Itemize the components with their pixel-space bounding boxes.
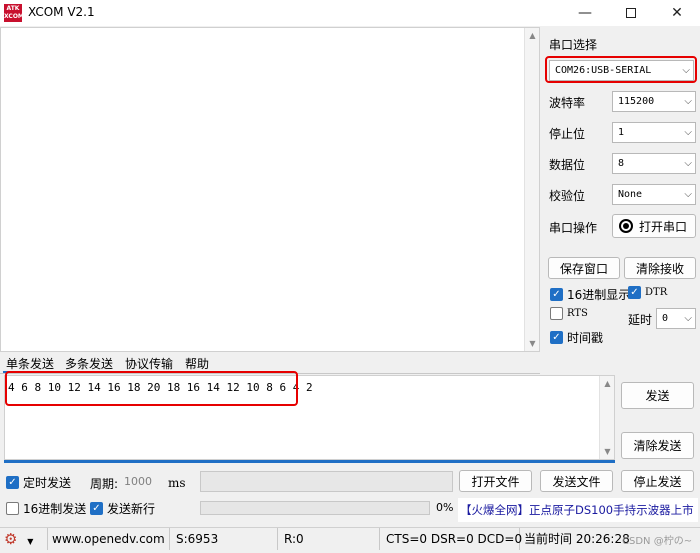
checkbox-empty-icon: [550, 307, 563, 320]
scroll-down-icon[interactable]: ▼: [600, 444, 615, 459]
scroll-up-icon[interactable]: ▲: [600, 376, 615, 391]
stop-bits-value: 1: [618, 127, 625, 138]
hex-send-checkbox[interactable]: 16进制发送: [6, 500, 86, 517]
scroll-down-icon[interactable]: ▼: [525, 336, 540, 351]
power-icon: [619, 219, 633, 233]
port-select[interactable]: COM26:USB-SERIAL ⌵: [549, 60, 694, 81]
chevron-down-icon: ⌵: [684, 313, 692, 324]
baud-value: 115200: [618, 96, 655, 107]
save-window-button[interactable]: 保存窗口: [548, 257, 620, 279]
timed-send-checkbox[interactable]: ✓ 定时发送: [6, 474, 71, 491]
send-highlight-box: [5, 371, 298, 406]
check-icon: ✓: [550, 331, 563, 344]
chevron-down-icon: ⌵: [684, 127, 692, 138]
port-op-label: 串口操作: [549, 221, 598, 235]
timestamp-label: 时间戳: [567, 331, 604, 345]
send-area-underline: [4, 460, 615, 463]
app-logo: ATK XCOM: [4, 4, 24, 22]
settings-button[interactable]: ⚙ ▼: [0, 528, 48, 550]
period-field[interactable]: [200, 471, 453, 492]
chevron-down-icon: ⌵: [684, 189, 692, 200]
ad-link[interactable]: 【火爆全网】正点原子DS100手持示波器上市: [458, 498, 698, 522]
receive-text-area[interactable]: ▲ ▼: [0, 27, 540, 352]
delay-select[interactable]: 0 ⌵: [656, 308, 696, 329]
data-bits-label: 数据位: [549, 158, 586, 172]
rts-label: RTS: [567, 308, 588, 319]
status-bar: ⚙ ▼ www.openedv.com S:6953 R:0 CTS=0 DSR…: [0, 527, 700, 550]
send-button[interactable]: 发送: [621, 382, 694, 409]
maximize-icon: [626, 8, 636, 18]
clear-receive-button[interactable]: 清除接收: [624, 257, 696, 279]
data-bits-select[interactable]: 8 ⌵: [612, 153, 696, 174]
stop-bits-select[interactable]: 1 ⌵: [612, 122, 696, 143]
send-newline-label: 发送新行: [107, 502, 156, 516]
delay-label: 延时: [628, 313, 653, 327]
stop-bits-label: 停止位: [549, 127, 586, 141]
minimize-button[interactable]: —: [562, 0, 608, 26]
watermark: CSDN @柠の~: [622, 536, 693, 547]
check-icon: ✓: [6, 476, 19, 489]
received-count: R:0: [280, 528, 380, 550]
title-bar: ATK XCOM XCOM V2.1 — ✕: [0, 0, 700, 26]
chevron-down-icon: ⌵: [682, 65, 690, 76]
port-value: COM26:USB-SERIAL: [555, 65, 652, 76]
sent-count: S:6953: [172, 528, 278, 550]
progress-percent: 0%: [436, 501, 454, 514]
maximize-button[interactable]: [608, 0, 654, 26]
baud-select[interactable]: 115200 ⌵: [612, 91, 696, 112]
send-newline-checkbox[interactable]: ✓ 发送新行: [90, 500, 155, 517]
dropdown-arrow-icon: ▼: [27, 537, 34, 546]
dtr-label: DTR: [645, 287, 668, 298]
parity-label: 校验位: [549, 189, 586, 203]
website-link[interactable]: www.openedv.com: [48, 528, 170, 550]
period-label: 周期:: [90, 477, 119, 491]
gear-icon: ⚙: [4, 530, 18, 548]
rts-checkbox[interactable]: RTS: [550, 307, 588, 320]
checkbox-empty-icon: [6, 502, 19, 515]
chevron-down-icon: ⌵: [684, 96, 692, 107]
check-icon: ✓: [628, 286, 641, 299]
period-input[interactable]: 1000: [122, 473, 160, 491]
receive-scrollbar[interactable]: ▲ ▼: [524, 28, 539, 351]
timestamp-checkbox[interactable]: ✓ 时间戳: [550, 329, 603, 346]
close-button[interactable]: ✕: [654, 0, 700, 26]
port-select-label: 串口选择: [549, 38, 598, 52]
hex-display-checkbox[interactable]: ✓ 16进制显示: [550, 286, 630, 303]
open-port-label: 打开串口: [639, 219, 688, 234]
hex-send-label: 16进制发送: [23, 502, 87, 516]
open-file-button[interactable]: 打开文件: [459, 470, 532, 492]
parity-value: None: [618, 189, 643, 200]
dtr-checkbox[interactable]: ✓ DTR: [628, 286, 667, 299]
send-file-button[interactable]: 发送文件: [540, 470, 613, 492]
stop-send-button[interactable]: 停止发送: [621, 470, 694, 492]
parity-select[interactable]: None ⌵: [612, 184, 696, 205]
check-icon: ✓: [90, 502, 103, 515]
chevron-down-icon: ⌵: [684, 158, 692, 169]
minimize-icon: —: [578, 5, 592, 21]
hex-display-label: 16进制显示: [567, 288, 631, 302]
check-icon: ✓: [550, 288, 563, 301]
baud-label: 波特率: [549, 96, 586, 110]
send-progress-bar: [200, 501, 430, 515]
data-bits-value: 8: [618, 158, 625, 169]
delay-value: 0: [662, 313, 669, 324]
close-icon: ✕: [671, 5, 683, 21]
scroll-up-icon[interactable]: ▲: [525, 28, 540, 43]
period-unit: ms: [168, 476, 186, 490]
clear-send-button[interactable]: 清除发送: [621, 432, 694, 459]
window-title: XCOM V2.1: [28, 5, 95, 19]
timed-send-label: 定时发送: [23, 476, 72, 490]
send-scrollbar[interactable]: ▲ ▼: [599, 376, 614, 459]
open-port-button[interactable]: 打开串口: [612, 214, 696, 238]
signal-status: CTS=0 DSR=0 DCD=0: [382, 528, 522, 550]
